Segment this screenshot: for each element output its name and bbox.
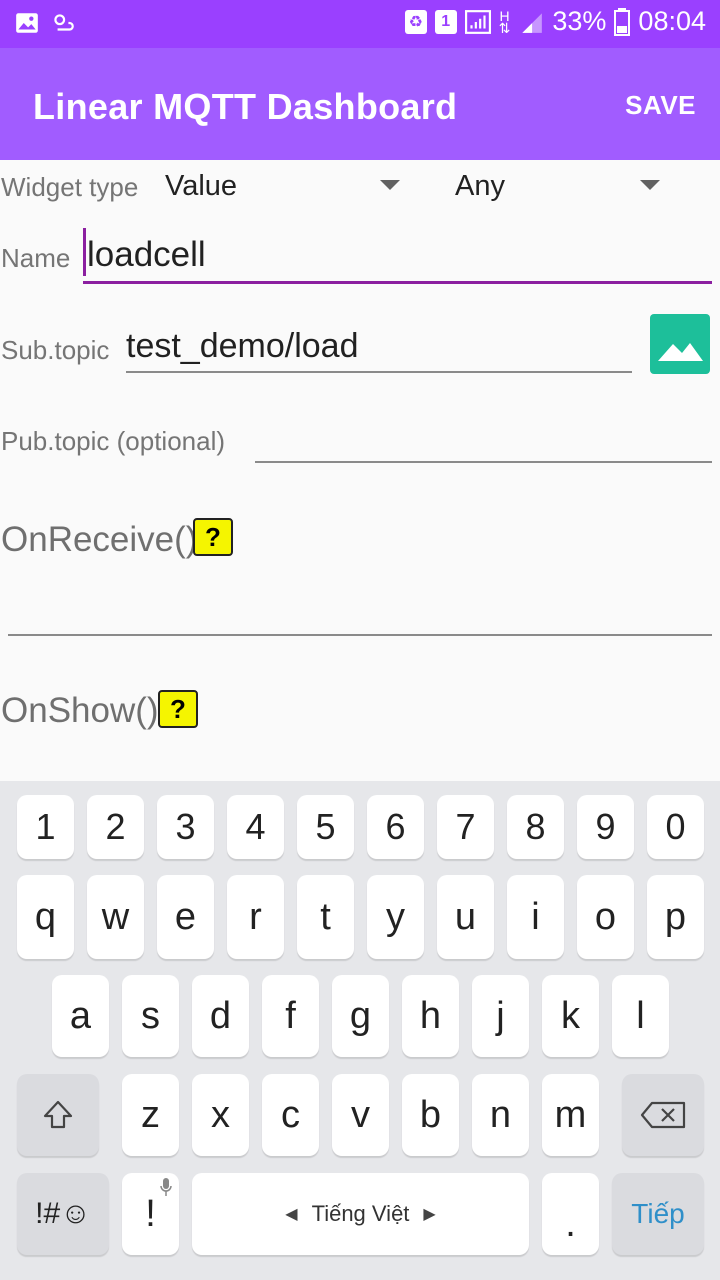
exclamation-label: !	[145, 1192, 156, 1235]
widget-type-value: Value	[165, 170, 238, 202]
backspace-key[interactable]	[622, 1074, 704, 1156]
key-0[interactable]: 0	[647, 795, 704, 859]
key-x[interactable]: x	[192, 1074, 249, 1156]
name-underline	[83, 281, 712, 284]
status-bar: ♻ 1 H ⇅ 33% 08:04	[0, 0, 720, 48]
key-7[interactable]: 7	[437, 795, 494, 859]
sub-topic-value: test_demo/load	[126, 327, 359, 365]
key-q[interactable]: q	[17, 875, 74, 959]
space-key[interactable]: ◀ Tiếng Việt ▶	[192, 1173, 529, 1255]
key-w[interactable]: w	[87, 875, 144, 959]
microphone-icon	[160, 1178, 172, 1196]
key-u[interactable]: u	[437, 875, 494, 959]
chevron-down-icon	[640, 180, 660, 190]
weather-icon	[54, 14, 74, 31]
key-n[interactable]: n	[472, 1074, 529, 1156]
key-k[interactable]: k	[542, 975, 599, 1057]
key-y[interactable]: y	[367, 875, 424, 959]
key-m[interactable]: m	[542, 1074, 599, 1156]
key-f[interactable]: f	[262, 975, 319, 1057]
pub-topic-label: Pub.topic (optional)	[1, 426, 226, 456]
key-v[interactable]: v	[332, 1074, 389, 1156]
sub-topic-underline	[126, 371, 632, 373]
sim-icon: 1	[434, 9, 457, 34]
on-receive-underline	[8, 634, 712, 636]
sub-topic-label: Sub.topic	[1, 335, 110, 365]
key-l[interactable]: l	[612, 975, 669, 1057]
key-t[interactable]: t	[297, 875, 354, 959]
on-receive-label: OnReceive()	[1, 520, 198, 559]
image-icon	[16, 13, 38, 33]
key-a[interactable]: a	[52, 975, 109, 1057]
key-1[interactable]: 1	[17, 795, 74, 859]
battery-percent: 33%	[552, 6, 607, 36]
app-title: Linear MQTT Dashboard	[33, 86, 458, 127]
key-s[interactable]: s	[122, 975, 179, 1057]
data-arrows-icon: H ⇅	[498, 7, 511, 36]
keyboard: 1 2 3 4 5 6 7 8 9 0 q w e r t y u i o p …	[0, 781, 720, 1280]
key-i[interactable]: i	[507, 875, 564, 959]
on-receive-field[interactable]	[8, 570, 712, 638]
key-5[interactable]: 5	[297, 795, 354, 859]
app-bar: Linear MQTT Dashboard SAVE	[0, 48, 720, 160]
signal-icon	[522, 12, 543, 33]
signal-icon	[464, 9, 491, 34]
name-field[interactable]: loadcell	[83, 226, 712, 288]
key-6[interactable]: 6	[367, 795, 424, 859]
network-type: H	[499, 7, 510, 24]
key-z[interactable]: z	[122, 1074, 179, 1156]
symbols-key[interactable]: !#☺	[17, 1173, 109, 1255]
key-3[interactable]: 3	[157, 795, 214, 859]
widget-type-select[interactable]: Value	[160, 164, 410, 208]
key-d[interactable]: d	[192, 975, 249, 1057]
key-2[interactable]: 2	[87, 795, 144, 859]
period-key[interactable]: .	[542, 1173, 599, 1255]
landscape-icon	[658, 343, 703, 361]
key-4[interactable]: 4	[227, 795, 284, 859]
on-receive-help-button[interactable]: ?	[193, 518, 233, 556]
key-8[interactable]: 8	[507, 795, 564, 859]
shift-key[interactable]	[17, 1074, 99, 1156]
chevron-right-icon: ▶	[423, 1206, 436, 1223]
backspace-icon	[640, 1101, 686, 1129]
exclamation-key[interactable]: !	[122, 1173, 179, 1255]
topic-mode-value: Any	[455, 170, 505, 202]
key-b[interactable]: b	[402, 1074, 459, 1156]
sub-topic-field[interactable]: test_demo/load	[126, 320, 632, 376]
battery-icon	[614, 7, 631, 36]
name-label: Name	[1, 243, 71, 273]
key-r[interactable]: r	[227, 875, 284, 959]
image-picker-button[interactable]	[650, 314, 710, 374]
on-show-help-button[interactable]: ?	[158, 690, 198, 728]
key-p[interactable]: p	[647, 875, 704, 959]
key-c[interactable]: c	[262, 1074, 319, 1156]
key-g[interactable]: g	[332, 975, 389, 1057]
save-button[interactable]: SAVE	[625, 90, 696, 121]
pub-topic-field[interactable]	[255, 420, 712, 466]
key-j[interactable]: j	[472, 975, 529, 1057]
text-cursor	[83, 228, 86, 276]
key-o[interactable]: o	[577, 875, 634, 959]
enter-key[interactable]: Tiếp	[612, 1173, 704, 1255]
pub-topic-underline	[255, 461, 712, 463]
chevron-left-icon: ◀	[285, 1206, 298, 1223]
key-e[interactable]: e	[157, 875, 214, 959]
name-value: loadcell	[87, 235, 206, 274]
on-show-label: OnShow()	[1, 691, 159, 730]
key-9[interactable]: 9	[577, 795, 634, 859]
topic-mode-select[interactable]: Any	[450, 164, 670, 208]
widget-type-label: Widget type	[1, 172, 139, 202]
shift-icon	[43, 1100, 73, 1129]
chevron-down-icon	[380, 180, 400, 190]
clock: 08:04	[638, 6, 706, 36]
space-label: Tiếng Việt	[311, 1201, 410, 1226]
key-h[interactable]: h	[402, 975, 459, 1057]
recycle-icon: ♻	[404, 9, 427, 34]
